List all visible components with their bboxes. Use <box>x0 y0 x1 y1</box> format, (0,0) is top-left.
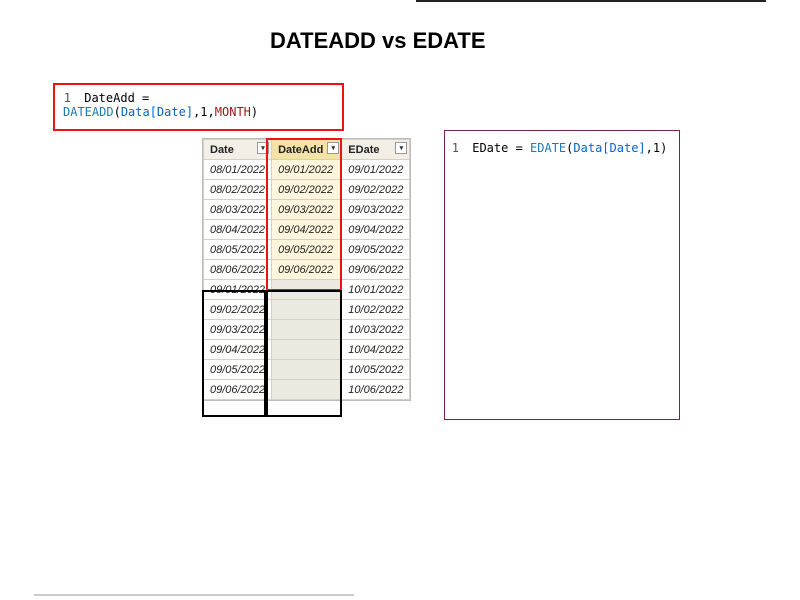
formula-arg-month: MONTH <box>215 105 251 119</box>
cell-edate[interactable]: 09/05/2022 <box>342 240 410 260</box>
formula-dateadd-box: 1 DateAdd = DATEADD(Data[Date],1,MONTH) <box>53 83 344 131</box>
cell-edate[interactable]: 09/02/2022 <box>342 180 410 200</box>
col-header-date[interactable]: Date ▾ <box>204 140 272 160</box>
col-header-dateadd[interactable]: DateAdd ▾ <box>272 140 342 160</box>
line-number: 1 <box>451 141 459 155</box>
cell-edate[interactable]: 09/01/2022 <box>342 160 410 180</box>
cell-dateadd[interactable] <box>272 360 342 380</box>
cell-date[interactable]: 09/02/2022 <box>204 300 272 320</box>
table-row[interactable]: 09/06/2022 10/06/2022 <box>204 380 410 400</box>
cell-date[interactable]: 08/05/2022 <box>204 240 272 260</box>
bottom-divider <box>34 594 354 596</box>
cell-edate[interactable]: 10/02/2022 <box>342 300 410 320</box>
formula-edate-box: 1 EDate = EDATE(Data[Date],1) <box>444 130 680 420</box>
table-row[interactable]: 08/01/202209/01/202209/01/2022 <box>204 160 410 180</box>
cell-dateadd[interactable]: 09/04/2022 <box>272 220 342 240</box>
cell-date[interactable]: 08/03/2022 <box>204 200 272 220</box>
line-number: 1 <box>63 91 71 105</box>
cell-dateadd[interactable]: 09/03/2022 <box>272 200 342 220</box>
formula-prefix: DateAdd = <box>84 91 149 105</box>
cell-dateadd[interactable] <box>272 380 342 400</box>
cell-edate[interactable]: 10/03/2022 <box>342 320 410 340</box>
cell-edate[interactable]: 10/04/2022 <box>342 340 410 360</box>
cell-date[interactable]: 09/05/2022 <box>204 360 272 380</box>
cell-dateadd[interactable]: 09/05/2022 <box>272 240 342 260</box>
chevron-down-icon[interactable]: ▾ <box>327 142 339 154</box>
cell-date[interactable]: 09/04/2022 <box>204 340 272 360</box>
cell-date[interactable]: 08/02/2022 <box>204 180 272 200</box>
table-header-row: Date ▾ DateAdd ▾ EDate ▾ <box>204 140 410 160</box>
cell-edate[interactable]: 10/06/2022 <box>342 380 410 400</box>
formula-prefix: EDate = <box>472 141 530 155</box>
cell-dateadd[interactable]: 09/02/2022 <box>272 180 342 200</box>
cell-edate[interactable]: 10/01/2022 <box>342 280 410 300</box>
cell-date[interactable]: 09/01/2022 <box>204 280 272 300</box>
cell-dateadd[interactable]: 09/06/2022 <box>272 260 342 280</box>
table-row[interactable]: 08/05/202209/05/202209/05/2022 <box>204 240 410 260</box>
cell-dateadd[interactable] <box>272 340 342 360</box>
cell-dateadd[interactable]: 09/01/2022 <box>272 160 342 180</box>
formula-func: DATEADD <box>63 105 114 119</box>
col-header-edate[interactable]: EDate ▾ <box>342 140 410 160</box>
chevron-down-icon[interactable]: ▾ <box>395 142 407 154</box>
cell-date[interactable]: 08/01/2022 <box>204 160 272 180</box>
cell-dateadd[interactable] <box>272 300 342 320</box>
cell-dateadd[interactable] <box>272 280 342 300</box>
data-table: Date ▾ DateAdd ▾ EDate ▾ 08/01/202209/01… <box>202 138 411 401</box>
formula-arg-table: Data[Date] <box>121 105 193 119</box>
cell-dateadd[interactable] <box>272 320 342 340</box>
page-title: DATEADD vs EDATE <box>270 28 486 54</box>
table-row[interactable]: 09/01/2022 10/01/2022 <box>204 280 410 300</box>
formula-arg-table: Data[Date] <box>573 141 645 155</box>
table-row[interactable]: 08/06/202209/06/202209/06/2022 <box>204 260 410 280</box>
chevron-down-icon[interactable]: ▾ <box>257 142 269 154</box>
table-row[interactable]: 09/04/2022 10/04/2022 <box>204 340 410 360</box>
top-divider <box>416 0 766 2</box>
formula-arg-num: 1 <box>200 105 207 119</box>
table-row[interactable]: 08/02/202209/02/202209/02/2022 <box>204 180 410 200</box>
cell-date[interactable]: 09/03/2022 <box>204 320 272 340</box>
table-row[interactable]: 09/05/2022 10/05/2022 <box>204 360 410 380</box>
cell-edate[interactable]: 09/03/2022 <box>342 200 410 220</box>
cell-date[interactable]: 08/06/2022 <box>204 260 272 280</box>
table-row[interactable]: 08/04/202209/04/202209/04/2022 <box>204 220 410 240</box>
cell-date[interactable]: 09/06/2022 <box>204 380 272 400</box>
cell-edate[interactable]: 09/04/2022 <box>342 220 410 240</box>
cell-edate[interactable]: 10/05/2022 <box>342 360 410 380</box>
table-row[interactable]: 09/02/2022 10/02/2022 <box>204 300 410 320</box>
formula-func: EDATE <box>530 141 566 155</box>
table-row[interactable]: 09/03/2022 10/03/2022 <box>204 320 410 340</box>
cell-date[interactable]: 08/04/2022 <box>204 220 272 240</box>
cell-edate[interactable]: 09/06/2022 <box>342 260 410 280</box>
table-row[interactable]: 08/03/202209/03/202209/03/2022 <box>204 200 410 220</box>
